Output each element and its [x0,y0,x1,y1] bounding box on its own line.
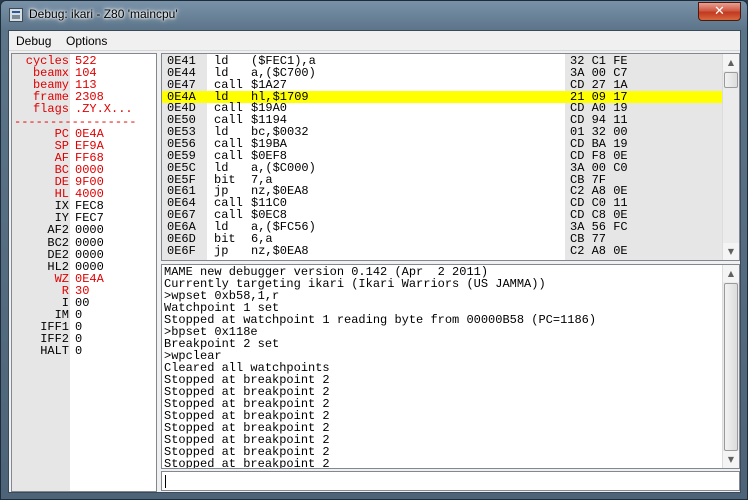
register-value[interactable]: 0E4A [75,128,104,140]
register-value[interactable]: 0000 [75,237,104,249]
instruction-address: 0E6F [167,243,196,258]
register-value[interactable]: 0E4A [75,273,104,285]
window-title: Debug: ikari - Z80 'maincpu' [29,7,178,21]
scrollbar-thumb[interactable] [724,72,738,88]
register-name: SP [12,139,69,152]
instruction-address: 0E59 [167,148,196,163]
title-bar[interactable]: Debug: ikari - Z80 'maincpu' ✕ [1,1,747,29]
instruction-bytes: CB 77 [570,231,607,246]
register-value[interactable]: 0000 [75,224,104,236]
disassembly-row[interactable]: 0E61 jp nz,$0EA8 C2 A8 0E [162,185,723,197]
register-value[interactable]: 0 [75,345,82,357]
disassembly-row[interactable]: 0E4D call $19A0 CD A0 19 [162,102,723,114]
console-line: Stopped at breakpoint 2 [164,457,330,469]
register-name: R [12,284,69,297]
register-value[interactable]: .ZY.X... [75,103,133,115]
register-name: AF2 [12,224,69,237]
client-area: Debug Options cycles 522 beamx 104 beamy 113 f… [8,30,741,493]
instruction-mnemonic: bit [214,231,236,246]
current-instruction-row[interactable]: 0E4A ld hl,$1709 21 09 17 [162,90,723,103]
register-value[interactable]: EF9A [75,140,104,152]
instruction-address: 0E47 [167,77,196,92]
disassembly-panel[interactable]: 0E41 ld ($FEC1),a 32 C1 FE 0E44 ld a,($C700) 3A… [161,53,740,261]
command-input[interactable] [161,471,740,491]
disassembly-row[interactable]: 0E6D bit 6,a CB 77 [162,233,723,245]
disassembly-row[interactable]: 0E5C ld a,($C000) 3A 00 C0 [162,162,723,174]
disassembly-row[interactable]: 0E47 call $1A27 CD 27 1A [162,79,723,91]
register-separator: ----------------- [14,114,137,129]
disassembly-scrollbar[interactable]: ▲ ▼ [722,54,739,260]
menu-options[interactable]: Options [66,34,107,48]
registers-panel[interactable]: cycles 522 beamx 104 beamy 113 frame 2308 flags.… [11,53,157,492]
scroll-down-icon[interactable]: ▼ [723,451,739,468]
scrollbar-thumb[interactable] [724,283,738,451]
instruction-address: 0E6D [167,231,196,246]
instruction-operands: $0EF8 [251,148,288,163]
instruction-mnemonic: jp [214,243,229,258]
text-caret [165,475,166,488]
scroll-up-icon[interactable]: ▲ [723,265,739,282]
menu-debug[interactable]: Debug [16,34,51,48]
register-name: BC2 [12,236,69,249]
register-name: PC [12,127,69,140]
instruction-operands: nz,$0EA8 [251,243,309,258]
instruction-operands: $1A27 [251,77,288,92]
register-name: flags [12,103,69,116]
instruction-mnemonic: call [214,77,243,92]
instruction-mnemonic: ld [214,160,229,175]
register-value[interactable]: FF68 [75,152,104,164]
scroll-down-icon[interactable]: ▼ [723,243,739,260]
disassembly-row[interactable]: 0E59 call $0EF8 CD F8 0E [162,150,723,162]
app-icon [9,8,23,22]
close-icon: ✕ [714,4,725,19]
disassembly-row[interactable]: 0E64 call $11C0 CD C0 11 [162,197,723,209]
instruction-operands: a,($C000) [251,160,316,175]
instruction-address: 0E5C [167,160,196,175]
instruction-mnemonic: call [214,148,243,163]
disassembly-row[interactable]: 0E44 ld a,($C700) 3A 00 C7 [162,67,723,79]
console-output[interactable]: MAME new debugger version 0.142 (Apr 2 2… [161,264,740,469]
instruction-bytes: 3A 00 C0 [570,160,628,175]
instruction-bytes: CD F8 0E [570,148,628,163]
disassembly-row[interactable]: 0E5F bit 7,a CB 7F [162,174,723,186]
close-button[interactable]: ✕ [698,2,741,21]
register-name: HL2 [12,260,69,273]
register-value[interactable]: 0000 [75,249,104,261]
debugger-window: Debug: ikari - Z80 'maincpu' ✕ Debug Opt… [0,0,748,500]
instruction-bytes: C2 A8 0E [570,243,628,258]
disassembly-row[interactable]: 0E41 ld ($FEC1),a 32 C1 FE [162,55,723,67]
register-name: HALT [12,345,69,358]
disassembly-row[interactable]: 0E6A ld a,($FC56) 3A 56 FC [162,221,723,233]
console-scrollbar[interactable]: ▲ ▼ [722,265,739,468]
menu-bar: Debug Options [9,31,740,51]
register-name: AF [12,151,69,164]
register-name: WZ [12,272,69,285]
register-value[interactable]: 0000 [75,261,104,273]
instruction-bytes: CD 27 1A [570,77,628,92]
register-name: DE2 [12,248,69,261]
disassembly-row[interactable]: 0E6F jp nz,$0EA8 C2 A8 0E [162,245,723,257]
disassembly-row[interactable]: 0E67 call $0EC8 CD C8 0E [162,209,723,221]
disassembly-row[interactable]: 0E56 call $19BA CD BA 19 [162,138,723,150]
disassembly-row[interactable]: 0E53 ld bc,$0032 01 32 00 [162,126,723,138]
scroll-up-icon[interactable]: ▲ [723,54,739,71]
disassembly-row[interactable]: 0E50 call $1194 CD 94 11 [162,114,723,126]
instruction-operands: 6,a [251,231,273,246]
